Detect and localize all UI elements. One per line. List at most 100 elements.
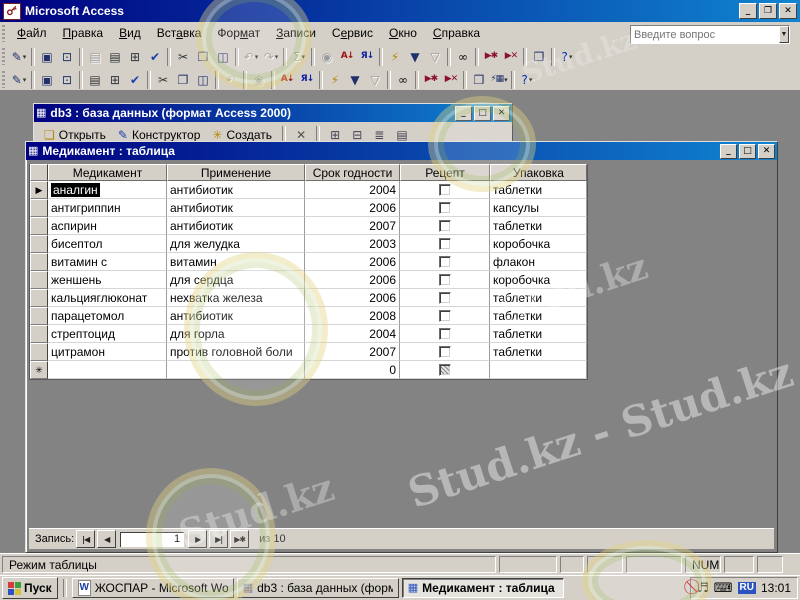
view-button[interactable]: ✎▾	[9, 47, 29, 67]
menu-format[interactable]: Формат	[209, 24, 268, 43]
undo-button-2[interactable]: ↶	[221, 70, 241, 90]
toolbar-1-grip[interactable]	[2, 48, 5, 65]
menu-records[interactable]: Записи	[268, 24, 324, 43]
save-button-2[interactable]: ▣	[37, 70, 57, 90]
cell-primenenie[interactable]: против головной боли	[167, 343, 305, 361]
table-maximize-button[interactable]: □	[739, 144, 756, 159]
cell-recept[interactable]	[400, 217, 490, 235]
apply-filter-button[interactable]: ▽	[425, 47, 445, 67]
db3-maximize-button[interactable]: □	[474, 106, 491, 121]
task-db3[interactable]: ▦db3 : база данных (форм...	[237, 578, 399, 598]
close-button[interactable]: ✕	[779, 3, 797, 19]
delete-record-button[interactable]: ▶✕	[501, 47, 521, 67]
database-window-button-2[interactable]: ❒	[469, 70, 489, 90]
menu-file[interactable]: Файл	[9, 24, 55, 43]
menu-window[interactable]: Окно	[381, 24, 425, 43]
row-selector[interactable]	[30, 217, 48, 235]
cell-recept[interactable]	[400, 343, 490, 361]
sort-ascending-button-2[interactable]: А↓	[277, 70, 297, 90]
new-record-button[interactable]: ▶✱	[481, 47, 501, 67]
restore-button[interactable]: ❐	[759, 3, 777, 19]
recipe-checkbox[interactable]	[439, 292, 451, 304]
paste-button[interactable]: ◫	[213, 47, 233, 67]
cell-primenenie[interactable]: антибиотик	[167, 199, 305, 217]
first-record-button[interactable]: |◀	[76, 530, 95, 548]
cell-recept[interactable]	[400, 181, 490, 199]
print-preview-button[interactable]: ⊞	[125, 47, 145, 67]
recipe-checkbox[interactable]	[439, 202, 451, 214]
recipe-checkbox[interactable]	[439, 364, 451, 376]
recipe-checkbox[interactable]	[439, 256, 451, 268]
task-medikament[interactable]: ▦Медикамент : таблица	[402, 578, 564, 598]
toolbar-2-grip[interactable]	[2, 71, 5, 88]
help-button-2[interactable]: ?▾	[517, 70, 537, 90]
menu-edit[interactable]: Правка	[55, 24, 112, 43]
row-selector[interactable]	[30, 199, 48, 217]
cell-medikament[interactable]: женшень	[48, 271, 167, 289]
cell-srok-godnosti[interactable]: 2007	[305, 343, 400, 361]
spelling-button[interactable]: ✔	[145, 47, 165, 67]
volume-muted-icon[interactable]: ♬⃠	[697, 582, 709, 595]
cell-srok-godnosti[interactable]: 0	[305, 361, 400, 379]
cell-upakovka[interactable]: коробочка	[490, 235, 587, 253]
cell-medikament[interactable]: бисептол	[48, 235, 167, 253]
recipe-checkbox[interactable]	[439, 274, 451, 286]
column-header-2[interactable]: Применение	[167, 164, 305, 181]
row-selector[interactable]	[30, 271, 48, 289]
paste-button-2[interactable]: ◫	[193, 70, 213, 90]
recipe-checkbox[interactable]	[439, 310, 451, 322]
table-window-titlebar[interactable]: ▦ Медикамент : таблица _ □ ✕	[26, 142, 777, 160]
row-selector[interactable]: ▶	[30, 181, 48, 199]
cell-medikament[interactable]: парацетомол	[48, 307, 167, 325]
filter-by-form-button-2[interactable]: ▼	[345, 70, 365, 90]
table-close-button[interactable]: ✕	[758, 144, 775, 159]
recipe-checkbox[interactable]	[439, 238, 451, 250]
next-record-button[interactable]: ▶	[188, 530, 207, 548]
app-titlebar[interactable]: Microsoft Access _ ❐ ✕	[0, 0, 800, 22]
print-button[interactable]: ▤	[105, 47, 125, 67]
recipe-checkbox[interactable]	[439, 328, 451, 340]
cell-primenenie[interactable]: антибиотик	[167, 307, 305, 325]
save-button[interactable]: ▣	[37, 47, 57, 67]
autosum-button[interactable]: Σ▾	[289, 47, 309, 67]
db3-close-button[interactable]: ✕	[493, 106, 510, 121]
delete-record-button-2[interactable]: ▶✕	[441, 70, 461, 90]
new-object-button-dropdown-icon[interactable]: ▾	[504, 76, 508, 84]
recipe-checkbox[interactable]	[439, 220, 451, 232]
new-record-nav-button[interactable]: ▶✱	[230, 530, 249, 548]
filter-by-selection-button[interactable]: ⚡	[385, 47, 405, 67]
cell-srok-godnosti[interactable]: 2006	[305, 199, 400, 217]
column-header-5[interactable]: Упаковка	[490, 164, 587, 181]
cell-primenenie[interactable]: для сердца	[167, 271, 305, 289]
db3-minimize-button[interactable]: _	[455, 106, 472, 121]
cell-primenenie[interactable]: для желудка	[167, 235, 305, 253]
language-indicator[interactable]: RU	[738, 582, 756, 594]
row-selector[interactable]: ✳	[30, 361, 48, 379]
cell-upakovka[interactable]: таблетки	[490, 343, 587, 361]
hyperlink-button-2[interactable]: ◉	[249, 70, 269, 90]
row-selector[interactable]	[30, 307, 48, 325]
cell-medikament[interactable]: кальцияглюконат	[48, 289, 167, 307]
cell-medikament[interactable]: витамин с	[48, 253, 167, 271]
copy-button[interactable]: ❐	[193, 47, 213, 67]
hyperlink-button[interactable]: ◉	[317, 47, 337, 67]
cell-recept[interactable]	[400, 235, 490, 253]
cell-upakovka[interactable]: таблетки	[490, 217, 587, 235]
cell-medikament[interactable]: антигриппин	[48, 199, 167, 217]
print-button-2[interactable]: ▤	[85, 70, 105, 90]
row-selector[interactable]	[30, 343, 48, 361]
new-object-button[interactable]: ⚡▦▾	[489, 70, 509, 90]
copy-button-2[interactable]: ❐	[173, 70, 193, 90]
view-button-2[interactable]: ✎▾	[9, 70, 29, 90]
file-search-button-2[interactable]: ⊡	[57, 70, 77, 90]
table-minimize-button[interactable]: _	[720, 144, 737, 159]
spelling-button-2[interactable]: ✔	[125, 70, 145, 90]
keyboard-layout-icon[interactable]: ⌨	[714, 582, 733, 595]
cell-srok-godnosti[interactable]: 2004	[305, 181, 400, 199]
file-search-button[interactable]: ⊡	[57, 47, 77, 67]
help-button[interactable]: ?▾	[557, 47, 577, 67]
cell-srok-godnosti[interactable]: 2007	[305, 217, 400, 235]
cell-medikament[interactable]: стрептоцид	[48, 325, 167, 343]
current-record-input[interactable]	[120, 532, 184, 547]
row-selector[interactable]	[30, 253, 48, 271]
